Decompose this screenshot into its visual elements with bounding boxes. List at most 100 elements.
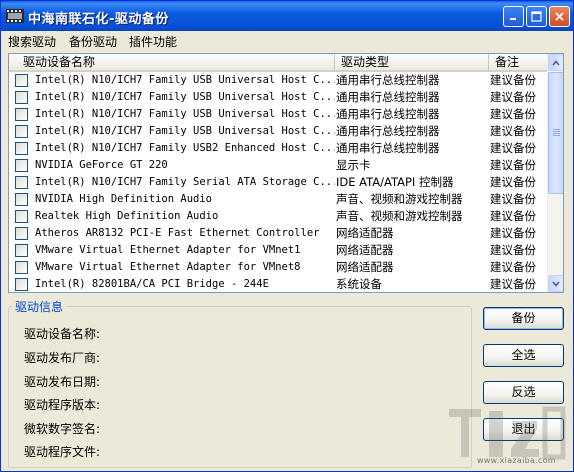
row-device-name: Intel(R) N10/ICH7 Family USB2 Enhanced H… — [35, 142, 335, 154]
row-device-name: Intel(R) N10/ICH7 Family USB Universal H… — [35, 108, 335, 120]
list-scrollbar[interactable] — [547, 54, 563, 292]
row-device-name: Realtek High Definition Audio — [35, 210, 219, 222]
row-note: 建议备份 — [490, 124, 536, 138]
row-checkbox[interactable] — [15, 210, 28, 223]
table-row[interactable]: Intel(R) N10/ICH7 Family USB Universal H… — [9, 89, 549, 106]
row-device-name: VMware Virtual Ethernet Adapter for VMne… — [35, 261, 301, 273]
row-device-name: Intel(R) N10/ICH7 Family Serial ATA Stor… — [35, 176, 335, 188]
row-note: 建议备份 — [490, 158, 536, 172]
row-driver-type: 声音、视频和游戏控制器 — [336, 209, 463, 223]
title-bar[interactable]: 中海南联石化-驱动备份 — [1, 1, 573, 31]
table-row[interactable]: VMware Virtual Ethernet Adapter for VMne… — [9, 242, 549, 259]
table-row[interactable]: Realtek High Definition Audio 声音、视频和游戏控制器… — [9, 208, 549, 225]
table-row[interactable]: Intel(R) N10/ICH7 Family USB Universal H… — [9, 72, 549, 89]
table-row[interactable]: Intel(R) 82801BA/CA PCI Bridge - 244E 系统设… — [9, 276, 549, 292]
maximize-icon — [531, 11, 542, 22]
row-checkbox[interactable] — [15, 278, 28, 291]
row-device-name: Intel(R) N10/ICH7 Family USB Universal H… — [35, 74, 335, 86]
row-device-name: Intel(R) N10/ICH7 Family USB Universal H… — [35, 91, 335, 103]
table-row[interactable]: NVIDIA High Definition Audio 声音、视频和游戏控制器 建… — [9, 191, 549, 208]
row-checkbox[interactable] — [15, 261, 28, 274]
row-note: 建议备份 — [490, 107, 536, 121]
row-driver-type: IDE ATA/ATAPI 控制器 — [336, 175, 454, 189]
row-driver-type: 通用串行总线控制器 — [336, 73, 440, 87]
window-title: 中海南联石化-驱动备份 — [28, 12, 169, 27]
row-driver-type: 系统设备 — [336, 277, 382, 291]
row-note: 建议备份 — [490, 243, 536, 257]
column-driver-type[interactable]: 驱动类型 — [335, 54, 489, 72]
label-release-date: 驱动发布日期: — [24, 375, 101, 389]
close-icon — [555, 12, 564, 21]
row-device-name: NVIDIA High Definition Audio — [35, 193, 213, 205]
row-note: 建议备份 — [490, 141, 536, 155]
row-device-name: VMware Virtual Ethernet Adapter for VMne… — [35, 244, 301, 256]
scroll-up-button[interactable] — [548, 54, 563, 71]
chevron-up-icon — [552, 59, 560, 66]
row-checkbox[interactable] — [15, 176, 28, 189]
row-device-name: Intel(R) 82801BA/CA PCI Bridge - 244E — [35, 278, 269, 290]
label-vendor: 驱动发布厂商: — [24, 351, 101, 365]
row-checkbox[interactable] — [15, 142, 28, 155]
row-note: 建议备份 — [490, 277, 536, 291]
row-note: 建议备份 — [490, 226, 536, 240]
label-device-name: 驱动设备名称: — [24, 327, 101, 341]
scroll-thumb[interactable] — [548, 72, 563, 194]
scroll-down-button[interactable] — [548, 275, 563, 292]
label-driver-version: 驱动程序版本: — [24, 398, 101, 412]
row-checkbox[interactable] — [15, 244, 28, 257]
driver-list[interactable]: 驱动设备名称 驱动类型 备注 Intel(R) N10/ICH7 Family … — [8, 53, 564, 293]
row-note: 建议备份 — [490, 192, 536, 206]
row-note: 建议备份 — [490, 73, 536, 87]
chevron-down-icon — [552, 280, 560, 287]
maximize-button[interactable] — [526, 6, 547, 27]
row-checkbox[interactable] — [15, 74, 28, 87]
table-row[interactable]: Intel(R) N10/ICH7 Family USB Universal H… — [9, 106, 549, 123]
row-checkbox[interactable] — [15, 108, 28, 121]
minimize-icon — [510, 18, 516, 20]
select-all-button[interactable]: 全选 — [483, 344, 564, 367]
row-note: 建议备份 — [490, 209, 536, 223]
table-row[interactable]: Intel(R) N10/ICH7 Family USB2 Enhanced H… — [9, 140, 549, 157]
column-note[interactable]: 备注 — [489, 54, 549, 72]
row-device-name: Intel(R) N10/ICH7 Family USB Universal H… — [35, 125, 335, 137]
close-button[interactable] — [549, 6, 570, 27]
row-device-name: NVIDIA GeForce GT 220 — [35, 159, 168, 171]
table-row[interactable]: Intel(R) N10/ICH7 Family Serial ATA Stor… — [9, 174, 549, 191]
row-driver-type: 通用串行总线控制器 — [336, 107, 440, 121]
row-driver-type: 网络适配器 — [336, 260, 394, 274]
list-rows: Intel(R) N10/ICH7 Family USB Universal H… — [9, 72, 549, 292]
table-row[interactable]: Intel(R) N10/ICH7 Family USB Universal H… — [9, 123, 549, 140]
menu-plugins[interactable]: 插件功能 — [129, 33, 177, 50]
row-checkbox[interactable] — [15, 193, 28, 206]
menu-backup-drivers[interactable]: 备份驱动 — [69, 33, 117, 50]
table-row[interactable]: Atheros AR8132 PCI-E Fast Ethernet Contr… — [9, 225, 549, 242]
row-driver-type: 通用串行总线控制器 — [336, 90, 440, 104]
watermark-text: www.xiazaiba.com — [477, 456, 557, 465]
label-digital-signature: 微软数字签名: — [24, 422, 101, 436]
column-device-name[interactable]: 驱动设备名称 — [9, 54, 335, 72]
row-driver-type: 通用串行总线控制器 — [336, 141, 440, 155]
row-note: 建议备份 — [490, 260, 536, 274]
row-driver-type: 网络适配器 — [336, 243, 394, 257]
row-checkbox[interactable] — [15, 159, 28, 172]
row-driver-type: 显示卡 — [336, 158, 371, 172]
app-window: 中海南联石化-驱动备份 搜索驱动 备份驱动 插件功能 驱动设备名称 驱动类型 备… — [0, 0, 574, 472]
table-row[interactable]: NVIDIA GeForce GT 220 显示卡 建议备份 — [9, 157, 549, 174]
backup-button[interactable]: 备份 — [483, 307, 564, 330]
row-driver-type: 声音、视频和游戏控制器 — [336, 192, 463, 206]
row-checkbox[interactable] — [15, 91, 28, 104]
row-device-name: Atheros AR8132 PCI-E Fast Ethernet Contr… — [35, 227, 320, 239]
list-header: 驱动设备名称 驱动类型 备注 — [9, 54, 549, 72]
row-checkbox[interactable] — [15, 227, 28, 240]
row-checkbox[interactable] — [15, 125, 28, 138]
label-driver-files: 驱动程序文件: — [24, 445, 101, 459]
driver-info-title: 驱动信息 — [12, 298, 67, 315]
row-note: 建议备份 — [490, 90, 536, 104]
film-strip-icon — [6, 9, 24, 23]
minimize-button[interactable] — [503, 6, 524, 27]
table-row[interactable]: VMware Virtual Ethernet Adapter for VMne… — [9, 259, 549, 276]
menu-bar: 搜索驱动 备份驱动 插件功能 — [1, 31, 573, 50]
menu-search-drivers[interactable]: 搜索驱动 — [8, 33, 56, 50]
row-note: 建议备份 — [490, 175, 536, 189]
row-driver-type: 通用串行总线控制器 — [336, 124, 440, 138]
